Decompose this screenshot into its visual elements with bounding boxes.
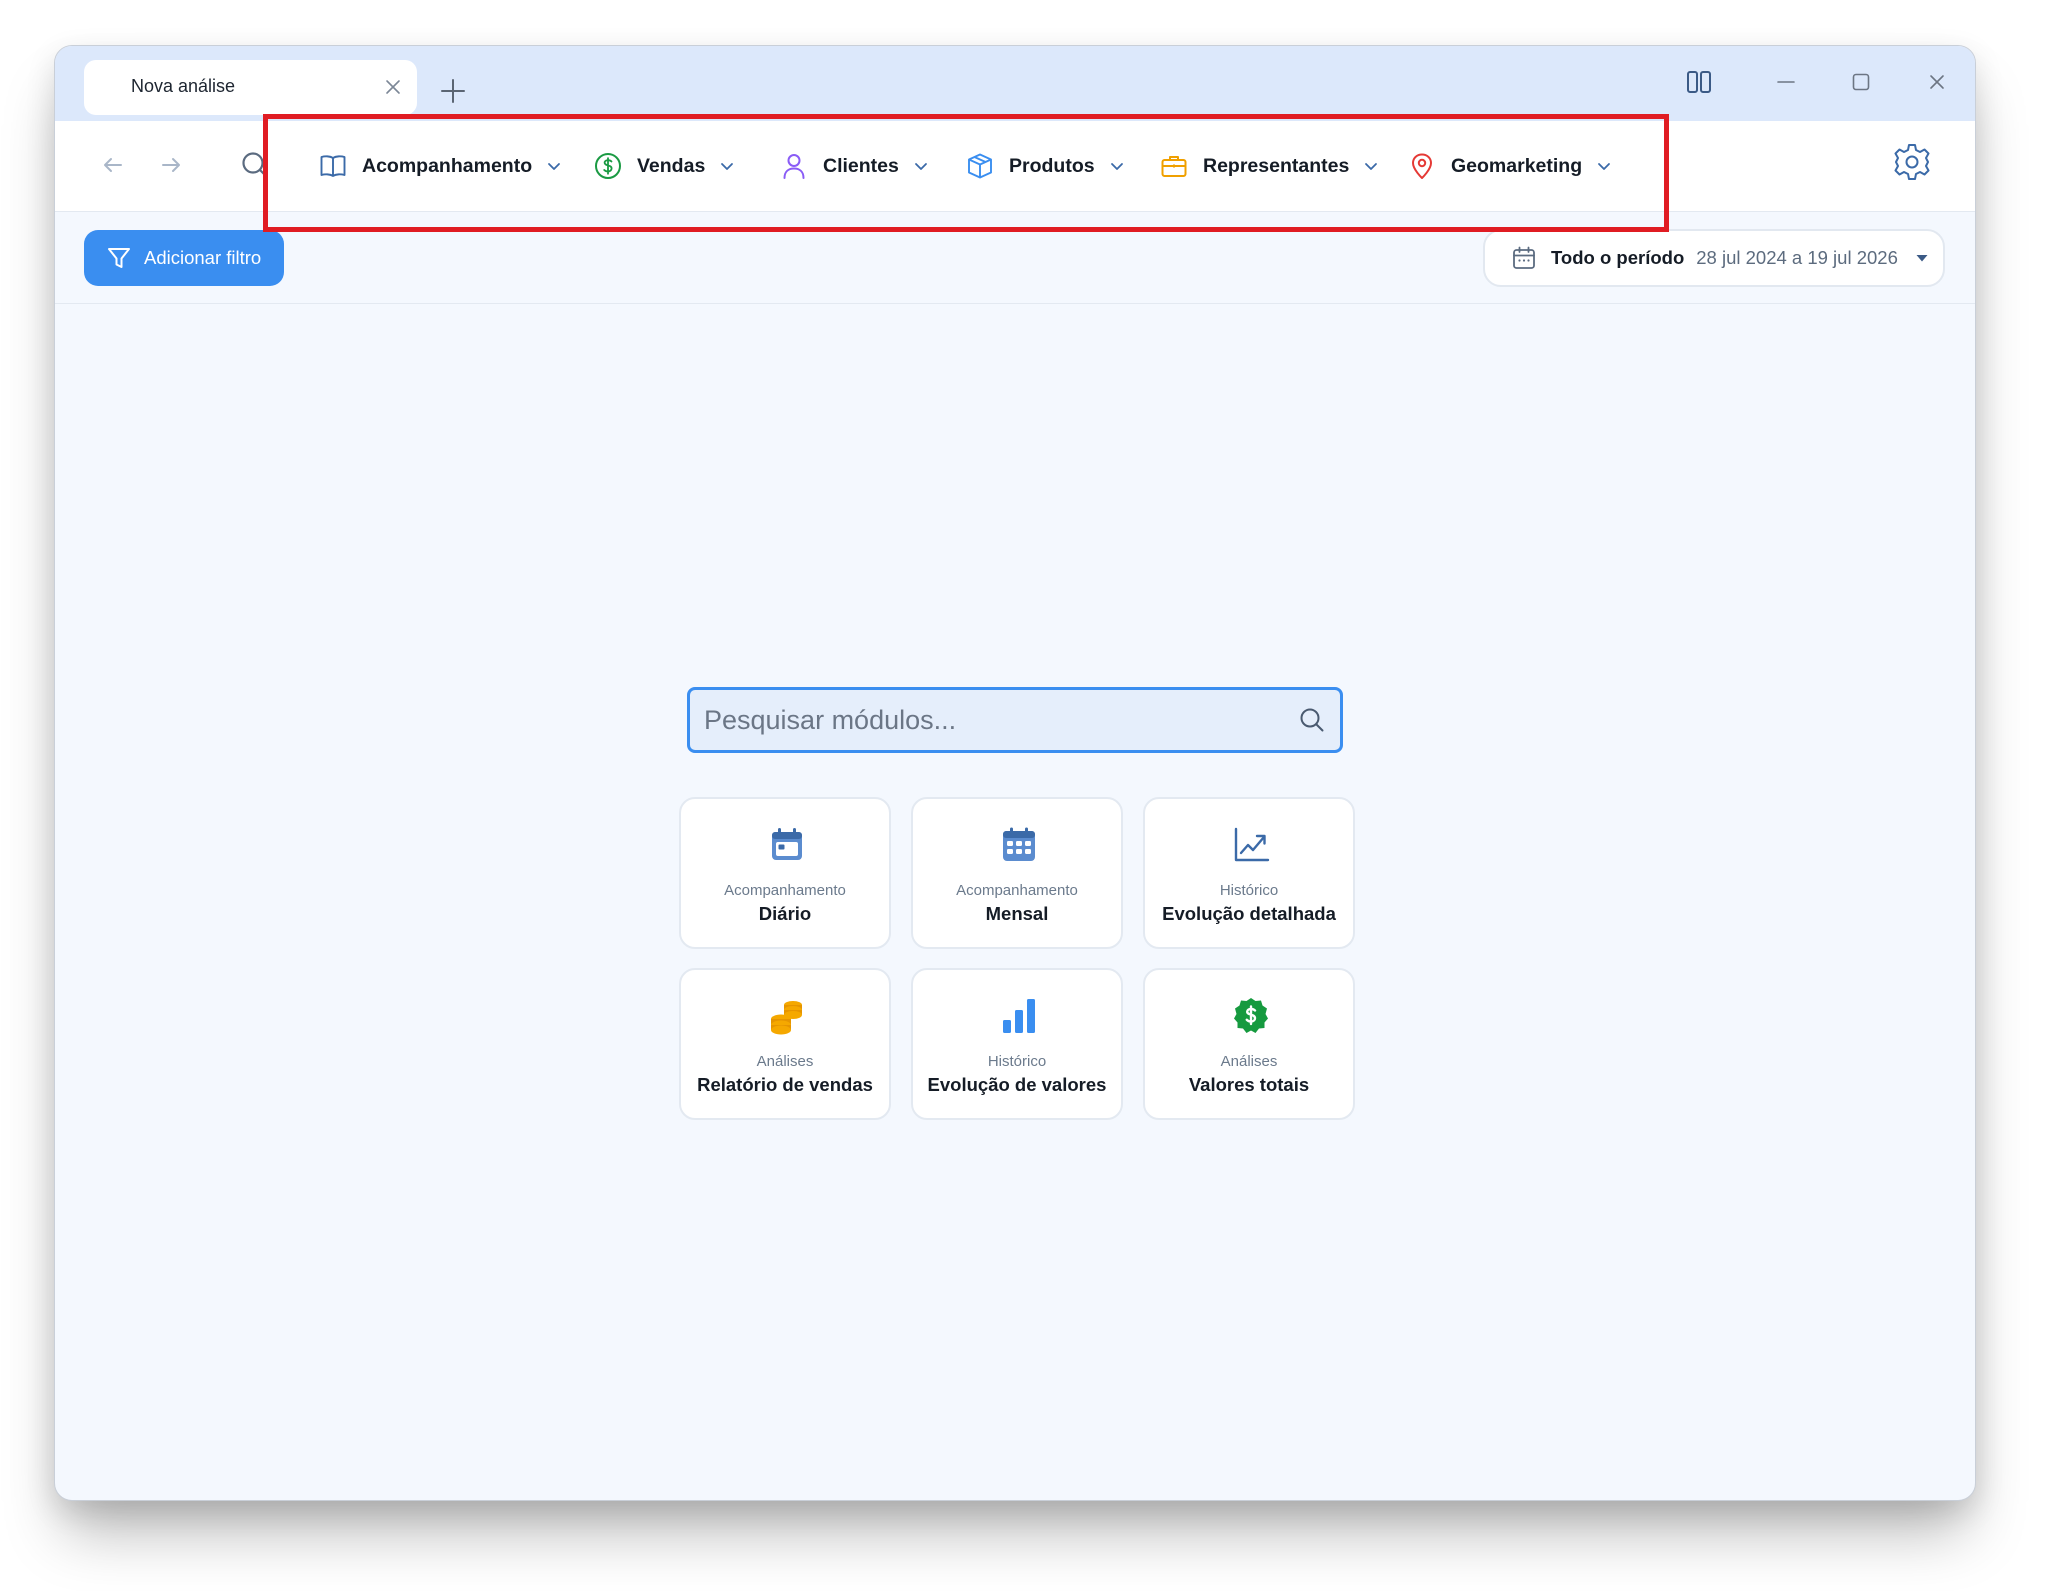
minimize-icon[interactable] xyxy=(1772,68,1800,96)
map-pin-icon xyxy=(1412,153,1432,179)
close-window-icon[interactable] xyxy=(1923,68,1951,96)
search-icon[interactable] xyxy=(239,149,271,181)
chevron-down-icon xyxy=(914,163,927,170)
module-search-input[interactable] xyxy=(702,698,1282,742)
card-category: Análises xyxy=(1220,1053,1278,1070)
menu-label: Clientes xyxy=(823,154,899,177)
module-search xyxy=(687,687,1343,753)
maximize-icon[interactable] xyxy=(1847,68,1875,96)
bar-chart-icon xyxy=(1003,999,1035,1033)
calendar-month-icon xyxy=(1003,827,1035,861)
briefcase-icon xyxy=(1161,156,1187,177)
split-view-icon[interactable] xyxy=(1685,68,1713,96)
menu-representantes[interactable]: Representantes xyxy=(1159,143,1380,189)
card-category: Acompanhamento xyxy=(724,882,846,899)
box-icon xyxy=(968,153,992,179)
card-title: Diário xyxy=(758,903,812,924)
tab-title: Nova análise xyxy=(131,76,236,96)
module-card-mensal[interactable]: Acompanhamento Mensal xyxy=(911,797,1123,949)
module-card-evolucao-detalhada[interactable]: Histórico Evolução detalhada xyxy=(1143,797,1355,949)
caret-down-icon xyxy=(1916,255,1928,262)
back-arrow-icon[interactable] xyxy=(99,151,127,179)
calendar-icon xyxy=(1513,246,1535,269)
forward-arrow-icon[interactable] xyxy=(157,151,185,179)
menu-acompanhamento[interactable]: Acompanhamento xyxy=(318,143,563,189)
card-category: Histórico xyxy=(987,1053,1047,1070)
dollar-badge-icon xyxy=(1234,998,1268,1033)
chevron-down-icon xyxy=(721,163,734,170)
menu-vendas[interactable]: Vendas xyxy=(593,143,736,189)
chevron-down-icon xyxy=(1110,163,1123,170)
add-filter-label: Adicionar filtro xyxy=(144,247,262,268)
menu-label: Vendas xyxy=(637,154,706,177)
card-title: Valores totais xyxy=(1188,1074,1310,1095)
calendar-day-icon xyxy=(772,828,802,860)
title-bar: Nova análise xyxy=(55,46,1975,121)
filter-bar: Adicionar filtro Todo o período 28 jul 2… xyxy=(55,212,1975,304)
chevron-down-icon xyxy=(548,163,561,170)
module-card-evolucao-de-valores[interactable]: Histórico Evolução de valores xyxy=(911,968,1123,1120)
new-tab-icon[interactable] xyxy=(438,76,468,106)
gear-icon[interactable] xyxy=(1892,142,1932,182)
card-title: Relatório de vendas xyxy=(697,1074,873,1095)
trend-chart-icon xyxy=(1234,827,1270,862)
card-title: Evolução de valores xyxy=(927,1074,1107,1095)
card-category: Histórico xyxy=(1219,882,1279,899)
dollar-circle-icon xyxy=(595,153,621,179)
period-range: 28 jul 2024 a 19 jul 2026 xyxy=(1696,247,1898,268)
menu-label: Produtos xyxy=(1009,154,1095,177)
card-title: Mensal xyxy=(985,903,1049,924)
user-icon xyxy=(783,154,805,179)
search-icon[interactable] xyxy=(1298,706,1326,734)
menu-geomarketing[interactable]: Geomarketing xyxy=(1407,143,1613,189)
menu-label: Geomarketing xyxy=(1451,154,1583,177)
add-filter-button[interactable]: Adicionar filtro xyxy=(84,230,284,286)
module-card-valores-totais[interactable]: Análises Valores totais xyxy=(1143,968,1355,1120)
menu-produtos[interactable]: Produtos xyxy=(965,143,1126,189)
navigation-bar: Acompanhamento Vendas Clientes Produtos … xyxy=(55,121,1975,212)
app-window: Nova análise Acompanhamento Vendas Clien… xyxy=(54,45,1976,1501)
period-label: Todo o período xyxy=(1551,247,1685,268)
module-card-relatorio-de-vendas[interactable]: Análises Relatório de vendas xyxy=(679,968,891,1120)
menu-label: Acompanhamento xyxy=(362,154,533,177)
module-card-diario[interactable]: Acompanhamento Diário xyxy=(679,797,891,949)
card-category: Análises xyxy=(756,1053,814,1070)
coins-icon xyxy=(771,1001,802,1035)
card-category: Acompanhamento xyxy=(956,882,1078,899)
filter-icon xyxy=(108,248,130,268)
browser-tab[interactable]: Nova análise xyxy=(84,60,417,115)
chevron-down-icon xyxy=(1365,163,1378,170)
menu-label: Representantes xyxy=(1203,154,1350,177)
chevron-down-icon xyxy=(1598,163,1611,170)
period-selector[interactable]: Todo o período 28 jul 2024 a 19 jul 2026 xyxy=(1483,229,1945,287)
menu-clientes[interactable]: Clientes xyxy=(779,143,930,189)
card-title: Evolução detalhada xyxy=(1162,903,1336,924)
book-icon xyxy=(320,155,346,177)
close-tab-icon[interactable] xyxy=(383,77,403,97)
